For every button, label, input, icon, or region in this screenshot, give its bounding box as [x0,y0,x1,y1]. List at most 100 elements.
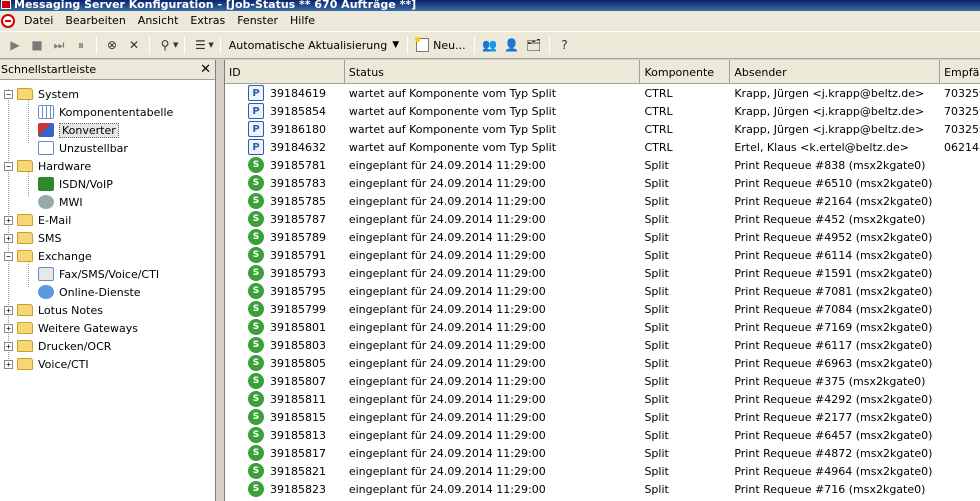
table-row[interactable]: S 39185799 eingeplant für 24.09.2014 11:29… [225,300,980,318]
menu-hilfe[interactable]: Hilfe [284,12,321,30]
tree-node-online-dienste[interactable]: Online-Dienste [0,283,215,301]
table-row[interactable]: P 39184619 wartet auf Komponente vom Typ S… [225,84,980,102]
menu-fenster[interactable]: Fenster [231,12,284,30]
tree-node-system[interactable]: − System [0,85,215,103]
table-row[interactable]: S 39185821 eingeplant für 24.09.2014 11:29… [225,462,980,480]
job-id: 39185811 [270,392,326,406]
cancel-icon[interactable]: ⊗ [101,34,123,56]
toolbar-separator [96,36,97,54]
scheduled-job-icon: S [248,373,264,389]
tree-node-lotus-notes[interactable]: + Lotus Notes [0,301,215,319]
folder-icon [17,88,33,100]
folder-icon [17,232,33,244]
table-row[interactable]: S 39185795 eingeplant für 24.09.2014 11:29… [225,282,980,300]
menu-ansicht[interactable]: Ansicht [132,12,185,30]
toolbar-separator [184,36,186,54]
collapse-icon[interactable]: − [4,251,13,261]
tree-node-komponententabelle[interactable]: Komponententabelle [0,103,215,121]
table-row[interactable]: S 39185781 eingeplant für 24.09.2014 11:29… [225,156,980,174]
job-id: 39186180 [270,122,326,136]
table-row[interactable]: P 39185854 wartet auf Komponente vom Typ S… [225,102,980,120]
cell-absender: Print Requeue #716 (msx2kgate0) [734,482,926,496]
table-row[interactable]: S 39185811 eingeplant für 24.09.2014 11:29… [225,390,980,408]
pause-icon[interactable]: ⏸ [70,34,92,56]
users-icon[interactable]: 👥 [479,34,501,56]
tree-node-weitere-gateways[interactable]: + Weitere Gateways [0,319,215,337]
isdn-card-icon [38,177,54,191]
help-icon[interactable]: ? [554,34,576,56]
table-row[interactable]: S 39185785 eingeplant für 24.09.2014 11:29… [225,192,980,210]
table-row[interactable]: S 39185791 eingeplant für 24.09.2014 11:29… [225,246,980,264]
table-row[interactable]: S 39185793 eingeplant für 24.09.2014 11:29… [225,264,980,282]
play-icon[interactable]: ▶ [4,34,26,56]
tree-node-konverter[interactable]: Konverter [0,121,215,139]
folder-icon [17,250,33,262]
chevron-down-icon: ▼ [392,40,400,50]
table-row[interactable]: S 39185787 eingeplant für 24.09.2014 11:29… [225,210,980,228]
table-row[interactable]: S 39185823 eingeplant für 24.09.2014 11:29… [225,480,980,498]
menu-datei[interactable]: Datei [18,12,59,30]
column-header-absender[interactable]: Absender [730,60,941,84]
system-menu-icon[interactable] [1,14,15,28]
grid-body: P 39184619 wartet auf Komponente vom Typ S… [225,84,980,498]
column-header-komponente[interactable]: Komponente [640,60,731,84]
properties-icon[interactable]: 🗂 [523,34,545,56]
menu-bearbeiten[interactable]: Bearbeiten [59,12,131,30]
cell-id: S 39185795 [225,283,345,299]
tree-node-sms[interactable]: + SMS [0,229,215,247]
table-row[interactable]: P 39186180 wartet auf Komponente vom Typ S… [225,120,980,138]
cell-komponente: CTRL [644,140,673,154]
expand-icon[interactable]: + [4,215,13,225]
view-dropdown-icon[interactable]: ▼ [208,41,213,49]
stop-icon[interactable]: ■ [26,34,48,56]
cell-status: eingeplant für 24.09.2014 11:29:00 [348,410,546,424]
table-row[interactable]: S 39185789 eingeplant für 24.09.2014 11:29… [225,228,980,246]
tree-node-hardware[interactable]: − Hardware [0,157,215,175]
tree-node-drucken-ocr[interactable]: + Drucken/OCR [0,337,215,355]
table-row[interactable]: S 39185803 eingeplant für 24.09.2014 11:29… [225,336,980,354]
column-header-empfaenger[interactable]: Empfän [940,60,980,84]
column-header-id[interactable]: ID [225,60,345,84]
converter-icon [38,123,54,137]
table-row[interactable]: S 39185783 eingeplant für 24.09.2014 11:29… [225,174,980,192]
tree-node-mwi[interactable]: MWI [0,193,215,211]
cell-komponente: Split [644,158,669,172]
table-row[interactable]: S 39185815 eingeplant für 24.09.2014 11:29… [225,408,980,426]
tree-node-unzustellbar[interactable]: Unzustellbar [0,139,215,157]
auto-refresh-button[interactable]: Automatische Aktualisierung ▼ [225,39,403,52]
expand-icon[interactable]: + [4,233,13,243]
table-row[interactable]: P 39184632 wartet auf Komponente vom Typ S… [225,138,980,156]
tree-node-isdn-voip[interactable]: ISDN/VoIP [0,175,215,193]
collapse-icon[interactable]: − [4,89,13,99]
collapse-icon[interactable]: − [4,161,13,171]
expand-icon[interactable]: + [4,359,13,369]
cell-komponente: Split [644,356,669,370]
table-row[interactable]: S 39185813 eingeplant für 24.09.2014 11:29… [225,426,980,444]
table-row[interactable]: S 39185817 eingeplant für 24.09.2014 11:29… [225,444,980,462]
tree-node-fax-sms-voice-cti[interactable]: Fax/SMS/Voice/CTI [0,265,215,283]
skip-icon[interactable]: ⏭ [48,34,70,56]
job-id: 39185789 [270,230,326,244]
user-icon[interactable]: 👤 [501,34,523,56]
filter-dropdown-icon[interactable]: ▼ [173,41,178,49]
cell-id: S 39185817 [225,445,345,461]
cell-absender: Print Requeue #452 (msx2kgate0) [734,212,926,226]
menu-extras[interactable]: Extras [184,12,231,30]
table-row[interactable]: S 39185807 eingeplant für 24.09.2014 11:29… [225,372,980,390]
table-row[interactable]: S 39185801 eingeplant für 24.09.2014 11:29… [225,318,980,336]
cell-absender: Print Requeue #6510 (msx2kgate0) [734,176,933,190]
tree-node-voice-cti[interactable]: + Voice/CTI [0,355,215,373]
table-row[interactable]: S 39185805 eingeplant für 24.09.2014 11:29… [225,354,980,372]
expand-icon[interactable]: + [4,305,13,315]
cell-absender: Krapp, Jürgen <j.krapp@beltz.de> [734,104,925,118]
expand-icon[interactable]: + [4,341,13,351]
job-status-grid: ID Status Komponente Absender Empfän P 39… [224,60,980,501]
tree-node-exchange[interactable]: − Exchange [0,247,215,265]
new-button[interactable]: Neu... [412,37,469,52]
toolbar-separator [407,36,409,54]
column-header-status[interactable]: Status [345,60,641,84]
tree-node-email[interactable]: + E-Mail [0,211,215,229]
delete-icon[interactable]: ✕ [123,34,145,56]
expand-icon[interactable]: + [4,323,13,333]
close-icon[interactable]: ✕ [200,63,211,76]
